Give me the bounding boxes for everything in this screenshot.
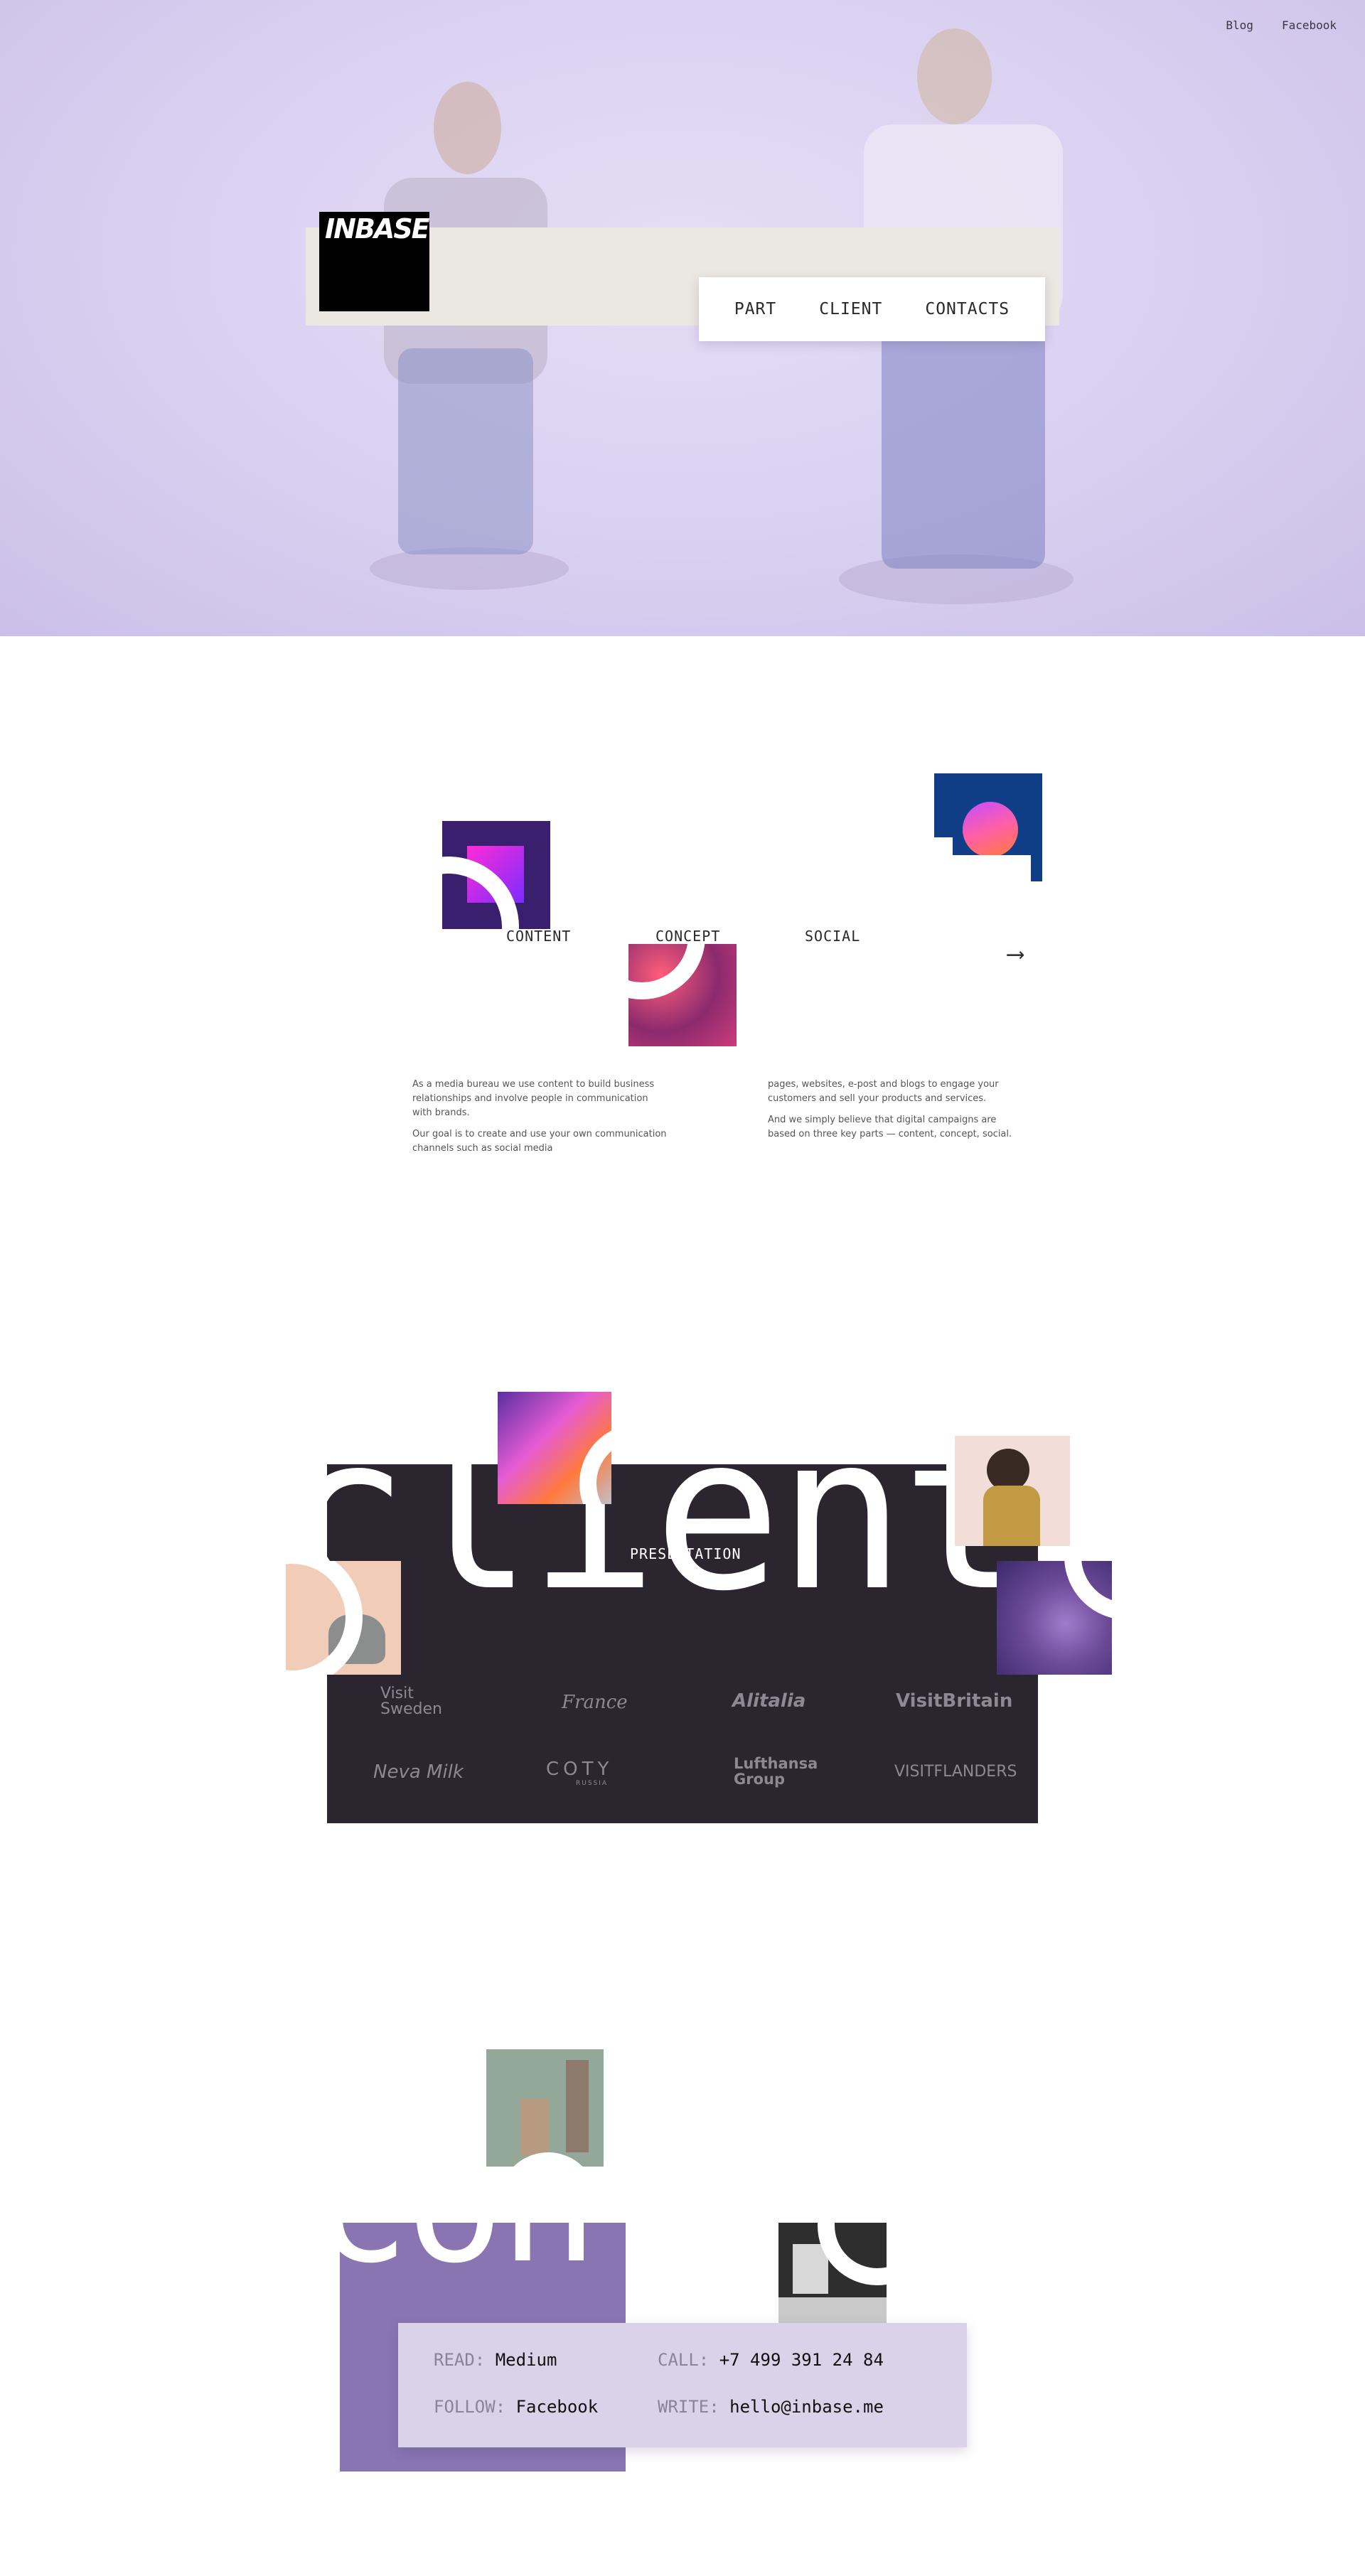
brand-alitalia: Alitalia — [732, 1690, 806, 1712]
hero-section: Blog Facebook INBASE PART CLIENT CONTACT… — [0, 0, 1365, 636]
content-image-tile — [442, 821, 550, 929]
part-paragraph: And we simply believe that digital campa… — [768, 1115, 1012, 1139]
brand-coty-sub: RUSSIA — [576, 1780, 609, 1787]
phone-link[interactable]: +7 499 391 24 84 — [719, 2350, 884, 2370]
follow-label: FOLLOW: — [434, 2397, 506, 2417]
client-image-stone — [286, 1561, 401, 1675]
part-paragraph: pages, websites, e-post and blogs to eng… — [768, 1079, 999, 1104]
read-medium-link[interactable]: Medium — [496, 2350, 557, 2370]
blog-link[interactable]: Blog — [1226, 18, 1253, 32]
tab-content[interactable]: CONTENT — [506, 928, 571, 945]
brand-visit-sweden: Visit Sweden — [380, 1685, 442, 1718]
client-image-cubes — [498, 1392, 611, 1504]
next-arrow-icon[interactable]: ⟶ — [1008, 940, 1022, 968]
inbase-logo[interactable]: INBASE — [319, 212, 430, 311]
brand-coty: COTY — [546, 1759, 614, 1780]
concept-image-tile — [628, 944, 737, 1046]
contact-card: READ: Medium CALL: +7 499 391 24 84 FOLL… — [398, 2323, 967, 2447]
logo-text: INBASE — [325, 213, 430, 245]
hero-person-left-head — [434, 82, 501, 174]
tab-social[interactable]: SOCIAL — [805, 928, 860, 945]
menu-item-contacts[interactable]: CONTACTS — [925, 300, 1010, 318]
part-text-right: pages, websites, e-post and blogs to eng… — [768, 1078, 1024, 1149]
menu-item-client[interactable]: CLIENT — [819, 300, 882, 318]
top-nav: Blog Facebook — [1226, 18, 1337, 32]
hero-person-right-legs — [882, 313, 1045, 569]
follow-facebook-link[interactable]: Facebook — [516, 2397, 599, 2417]
email-link[interactable]: hello@inbase.me — [729, 2397, 884, 2417]
part-paragraph: As a media bureau we use content to buil… — [412, 1079, 655, 1118]
contacts-word-clip: contacts — [340, 2223, 626, 2272]
social-image-tile — [934, 773, 1042, 881]
part-paragraph: Our goal is to create and use your own c… — [412, 1129, 667, 1154]
contacts-image-office — [778, 2223, 887, 2336]
contacts-image-town — [486, 2049, 604, 2167]
menu-item-part[interactable]: PART — [734, 300, 776, 318]
contacts-big-word: contacts — [340, 2223, 626, 2272]
presentation-label[interactable]: PRESENTATION — [630, 1545, 742, 1562]
read-label: READ: — [434, 2350, 486, 2370]
client-image-vase — [997, 1561, 1112, 1675]
call-label: CALL: — [658, 2350, 710, 2370]
brand-visitflanders: VISITFLANDERS — [894, 1763, 1017, 1781]
brand-france: France — [562, 1692, 628, 1713]
hero-person-right-head — [917, 28, 992, 124]
hero-person-left-legs — [398, 348, 533, 554]
main-menu: PART CLIENT CONTACTS — [699, 277, 1045, 341]
tab-concept[interactable]: CONCEPT — [655, 928, 720, 945]
facebook-link[interactable]: Facebook — [1282, 18, 1337, 32]
brand-visitbritain: VisitBritain — [896, 1690, 1013, 1712]
brand-lufthansa-group: Lufthansa Group — [734, 1755, 818, 1788]
part-text-left: As a media bureau we use content to buil… — [412, 1078, 668, 1163]
brand-neva-milk: Neva Milk — [373, 1761, 464, 1783]
write-label: WRITE: — [658, 2397, 719, 2417]
client-image-portrait — [955, 1436, 1070, 1546]
